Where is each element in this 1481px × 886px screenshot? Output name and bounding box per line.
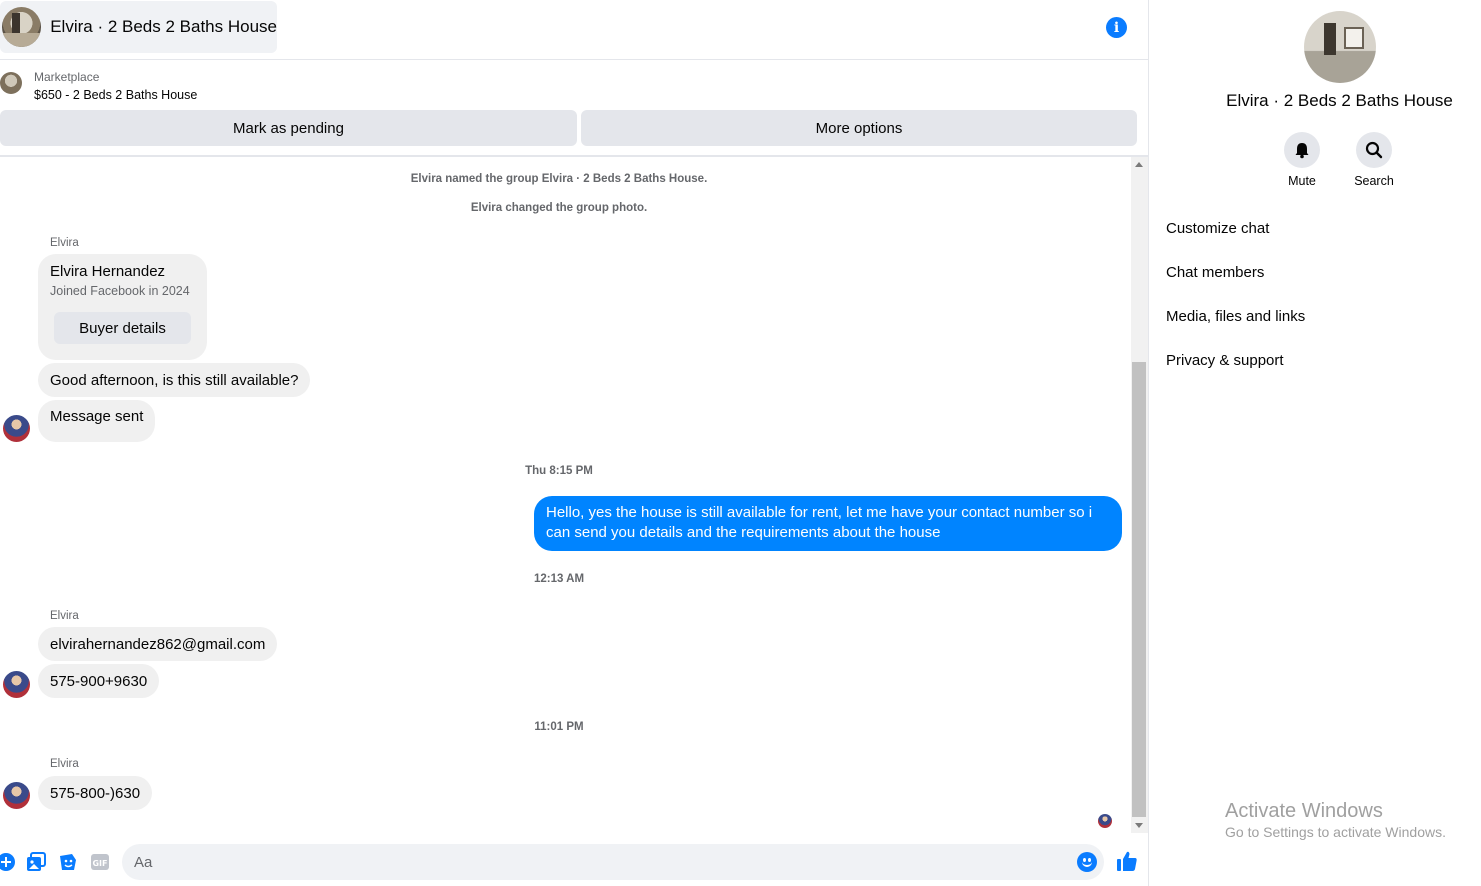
emoji-icon[interactable] bbox=[1077, 852, 1097, 872]
info-icon[interactable]: i bbox=[1106, 17, 1127, 38]
search-icon bbox=[1365, 141, 1383, 159]
conversation-title-button[interactable]: Elvira · 2 Beds 2 Baths House bbox=[0, 1, 277, 53]
message-scrollbar[interactable] bbox=[1131, 157, 1148, 833]
listing-price-title: $650 - 2 Beds 2 Baths House bbox=[34, 88, 198, 102]
menu-item-media-files-links[interactable]: Media, files and links bbox=[1166, 308, 1305, 325]
listing-thumbnail bbox=[0, 72, 22, 94]
mark-as-pending-button[interactable]: Mark as pending bbox=[0, 110, 577, 146]
chat-header: Elvira · 2 Beds 2 Baths House i bbox=[0, 0, 1149, 60]
buyer-name: Elvira Hernandez bbox=[50, 263, 166, 280]
windows-watermark-subtitle: Go to Settings to activate Windows. bbox=[1225, 824, 1446, 840]
listing-label: Marketplace bbox=[34, 70, 100, 84]
buyer-profile-card: Elvira Hernandez Joined Facebook in 2024… bbox=[38, 254, 207, 360]
message-bubble[interactable]: Message sent bbox=[38, 400, 156, 442]
sender-avatar bbox=[3, 671, 30, 698]
message-input[interactable]: Aa bbox=[122, 844, 1104, 880]
conversation-title: Elvira · 2 Beds 2 Baths House bbox=[50, 17, 277, 36]
menu-item-customize-chat[interactable]: Customize chat bbox=[1166, 220, 1269, 237]
windows-watermark-title: Activate Windows bbox=[1225, 800, 1383, 822]
sender-name: Elvira bbox=[50, 237, 79, 249]
buyer-joined: Joined Facebook in 2024 bbox=[50, 284, 190, 298]
message-bubble[interactable]: elvirahernandez862@gmail.com bbox=[38, 627, 278, 661]
scroll-up-arrow-icon[interactable] bbox=[1135, 162, 1143, 167]
chat-column: Elvira · 2 Beds 2 Baths House i Marketpl… bbox=[0, 0, 1149, 886]
message-list[interactable]: Elvira named the group Elvira · 2 Beds 2… bbox=[0, 157, 1131, 833]
thumbs-up-icon[interactable] bbox=[1116, 850, 1138, 872]
sender-name: Elvira bbox=[50, 758, 79, 770]
more-options-button[interactable]: More options bbox=[581, 110, 1137, 146]
outgoing-message-bubble[interactable]: Hello, yes the house is still available … bbox=[534, 496, 1122, 551]
read-receipt-avatar bbox=[1098, 814, 1112, 828]
sender-name: Elvira bbox=[50, 610, 79, 622]
group-avatar bbox=[2, 7, 42, 47]
conversation-info-panel: Elvira · 2 Beds 2 Baths House Mute Searc… bbox=[1150, 0, 1481, 886]
menu-item-chat-members[interactable]: Chat members bbox=[1166, 264, 1264, 281]
mute-button[interactable]: Mute bbox=[1272, 132, 1332, 188]
message-bubble[interactable]: 575-800-)630 bbox=[38, 776, 153, 810]
plus-icon[interactable] bbox=[0, 852, 16, 872]
sender-avatar bbox=[3, 415, 30, 442]
gif-icon[interactable]: GIF bbox=[90, 852, 110, 872]
timestamp: Thu 8:15 PM bbox=[525, 465, 593, 477]
timestamp: 11:01 PM bbox=[534, 721, 584, 733]
timestamp: 12:13 AM bbox=[533, 573, 585, 585]
scroll-down-arrow-icon[interactable] bbox=[1135, 823, 1143, 828]
menu-item-privacy-support[interactable]: Privacy & support bbox=[1166, 352, 1284, 369]
sticker-icon[interactable] bbox=[58, 852, 78, 872]
system-message: Elvira changed the group photo. bbox=[470, 202, 648, 214]
mute-label: Mute bbox=[1288, 174, 1316, 188]
listing-actions: Mark as pending More options bbox=[0, 110, 1137, 146]
svg-text:GIF: GIF bbox=[92, 859, 107, 868]
buyer-details-button[interactable]: Buyer details bbox=[54, 312, 191, 344]
scroll-thumb[interactable] bbox=[1132, 362, 1146, 817]
message-bubble[interactable]: Good afternoon, is this still available? bbox=[38, 363, 311, 397]
sender-avatar bbox=[3, 782, 30, 809]
search-button[interactable]: Search bbox=[1344, 132, 1404, 188]
group-photo bbox=[1304, 11, 1376, 83]
system-message: Elvira named the group Elvira · 2 Beds 2… bbox=[410, 173, 708, 185]
panel-title: Elvira · 2 Beds 2 Baths House bbox=[1226, 91, 1453, 110]
messenger-app: Elvira · 2 Beds 2 Baths House i Marketpl… bbox=[0, 0, 1481, 886]
search-label: Search bbox=[1354, 174, 1394, 188]
marketplace-listing[interactable]: Marketplace $650 - 2 Beds 2 Baths House bbox=[0, 69, 400, 105]
bell-icon bbox=[1295, 143, 1309, 159]
message-bubble[interactable]: 575-900+9630 bbox=[38, 664, 160, 698]
message-composer: GIF Aa bbox=[0, 840, 1149, 886]
photo-icon[interactable] bbox=[26, 852, 46, 872]
